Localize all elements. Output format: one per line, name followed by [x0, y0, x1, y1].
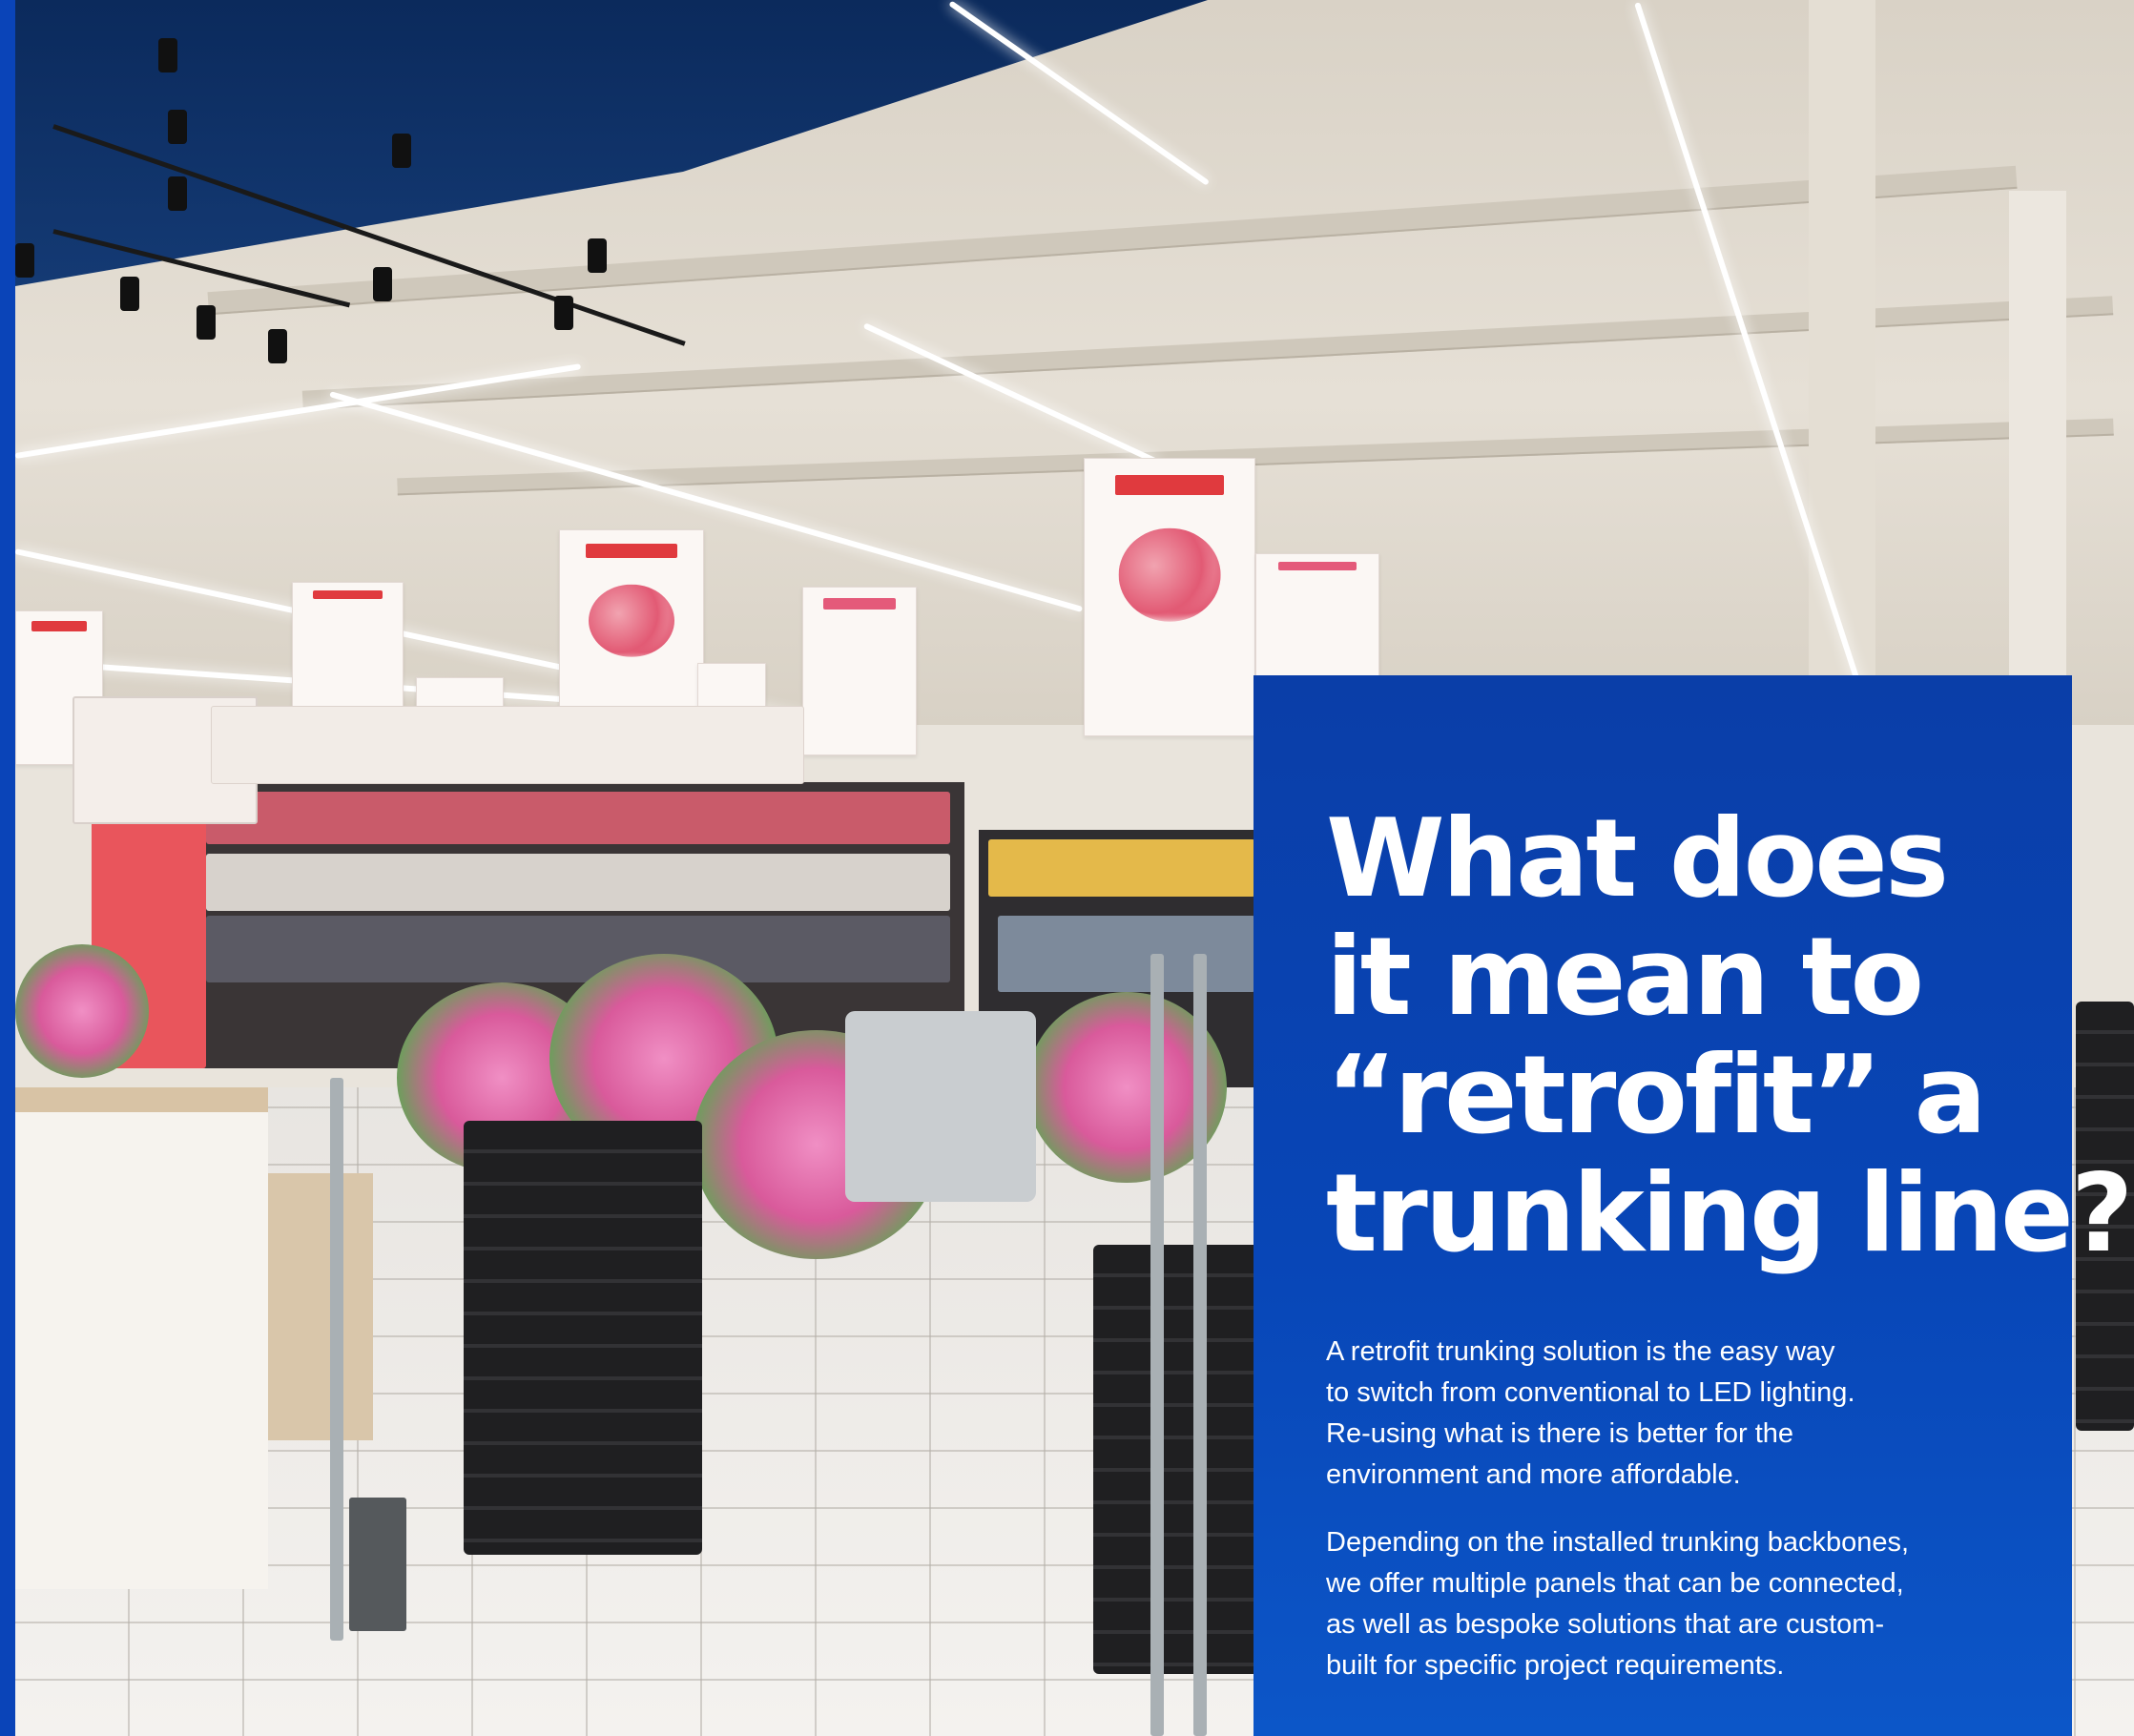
basket-stack — [464, 1121, 702, 1555]
spotlight — [158, 38, 177, 72]
merchandise-row — [206, 792, 950, 844]
paragraph-line: environment and more affordable. — [1326, 1459, 1741, 1490]
intro-paragraph: A retrofit trunking solution is the easy… — [1326, 1332, 2005, 1496]
spotlight — [168, 176, 187, 211]
merchandise-row — [206, 854, 950, 911]
heading-line: What does — [1326, 796, 1949, 921]
security-gate-base — [349, 1498, 406, 1631]
basket-stack — [1093, 1245, 1270, 1674]
paragraph-line: we offer multiple panels that can be con… — [1326, 1568, 1904, 1599]
spotlight — [588, 238, 607, 273]
paragraph-line: Re-using what is there is better for the — [1326, 1418, 1794, 1449]
merchandise-row — [206, 916, 950, 982]
wall-signage — [211, 706, 804, 784]
spotlight — [168, 110, 187, 144]
support-column — [1809, 0, 1875, 725]
spotlight — [373, 267, 392, 301]
counter-side — [268, 1173, 373, 1440]
card-heading: What does it mean to “retrofit” a trunki… — [1326, 796, 2133, 1276]
paragraph-line: A retrofit trunking solution is the easy… — [1326, 1336, 1835, 1367]
spotlight — [120, 277, 139, 311]
heading-line: “retrofit” a — [1326, 1032, 1987, 1158]
hanging-banner — [1255, 553, 1379, 679]
paragraph-line: to switch from conventional to LED light… — [1326, 1377, 1855, 1408]
hanging-banner — [1084, 458, 1255, 736]
checkout-counter — [15, 1087, 268, 1589]
spotlight — [268, 329, 287, 363]
floor-scrubber — [845, 1011, 1036, 1202]
paragraph-line: as well as bespoke solutions that are cu… — [1326, 1609, 1885, 1640]
info-card: What does it mean to “retrofit” a trunki… — [1253, 675, 2133, 1736]
page-edge-strip — [0, 0, 15, 1736]
spotlight — [15, 243, 34, 278]
spotlight — [392, 134, 411, 168]
merchandise-row — [988, 839, 1255, 897]
spotlight — [554, 296, 573, 330]
hanging-banner — [802, 587, 917, 755]
paragraph-line: Depending on the installed trunking back… — [1326, 1527, 1910, 1558]
security-gate — [1150, 954, 1164, 1736]
spotlight — [197, 305, 216, 340]
heading-line: it mean to — [1326, 914, 1924, 1040]
security-gate — [1193, 954, 1207, 1736]
security-gate — [330, 1078, 343, 1641]
paragraph-line: built for specific project requirements. — [1326, 1650, 1785, 1681]
heading-line: trunking line? — [1326, 1150, 2133, 1276]
merchandise-row — [998, 916, 1255, 992]
flower-display — [15, 944, 149, 1078]
hanging-banner — [292, 582, 404, 708]
detail-paragraph: Depending on the installed trunking back… — [1326, 1522, 2005, 1686]
